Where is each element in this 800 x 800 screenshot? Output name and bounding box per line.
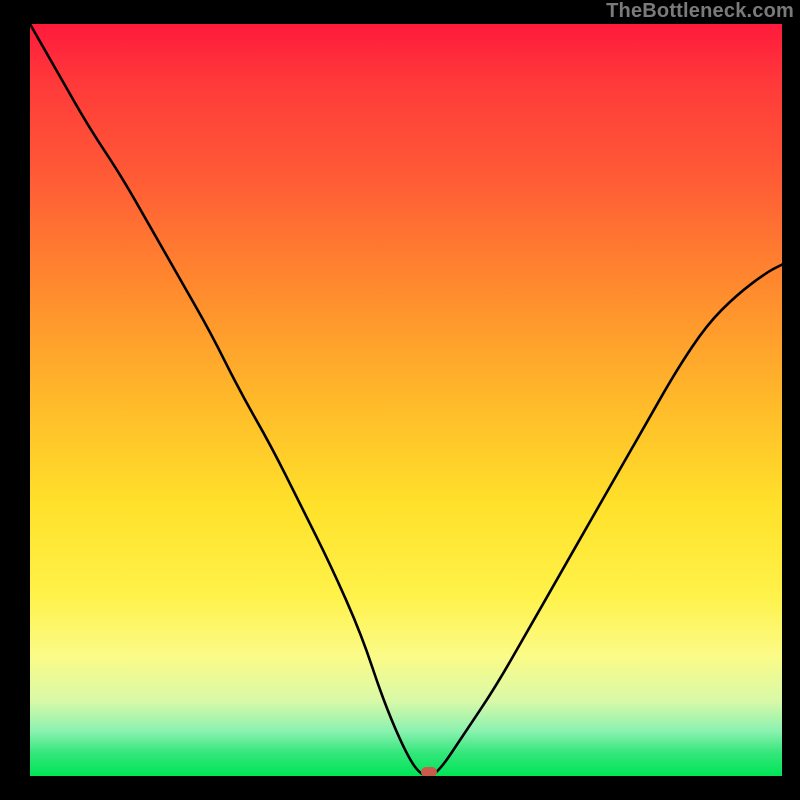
bottleneck-curve — [30, 24, 782, 776]
watermark-text: TheBottleneck.com — [606, 0, 794, 23]
plot-area — [30, 24, 782, 776]
chart-stage: TheBottleneck.com — [0, 0, 800, 800]
optimum-marker — [421, 767, 437, 776]
